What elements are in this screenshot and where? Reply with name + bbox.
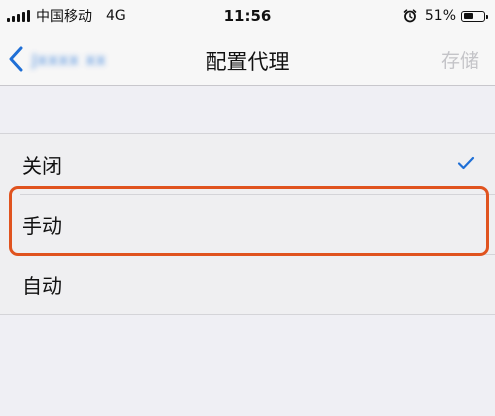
proxy-options-list: 关闭 手动 自动 (0, 133, 495, 315)
option-auto[interactable]: 自动 (0, 254, 495, 314)
option-label: 自动 (22, 273, 62, 298)
battery-percent: 51% (424, 8, 456, 24)
option-off[interactable]: 关闭 (0, 134, 495, 194)
navigation-bar: Jxxxx xx 配置代理 存储 (0, 34, 495, 86)
option-label: 关闭 (22, 153, 62, 178)
page-title: 配置代理 (205, 50, 290, 74)
alarm-icon (403, 9, 417, 23)
status-right: 51% (403, 6, 488, 26)
option-manual[interactable]: 手动 (0, 194, 495, 254)
battery-icon (461, 10, 488, 22)
option-label: 手动 (22, 213, 62, 238)
checkmark-icon (457, 156, 475, 170)
save-button[interactable]: 存储 (441, 46, 479, 73)
status-bar: 中国移动 4G 11:56 51% (0, 0, 495, 34)
